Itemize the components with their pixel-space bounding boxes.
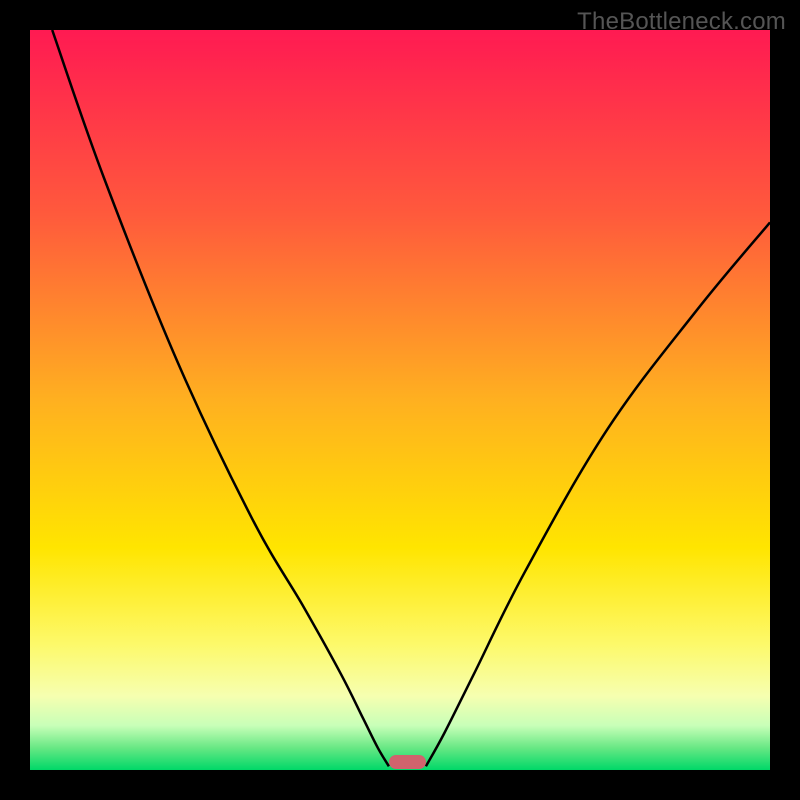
chart-plot-area [30,30,770,770]
min-marker [389,755,426,769]
outer-frame: TheBottleneck.com [0,0,800,800]
chart-curves-svg [30,30,770,770]
left-curve [52,30,389,766]
right-curve [426,222,770,766]
